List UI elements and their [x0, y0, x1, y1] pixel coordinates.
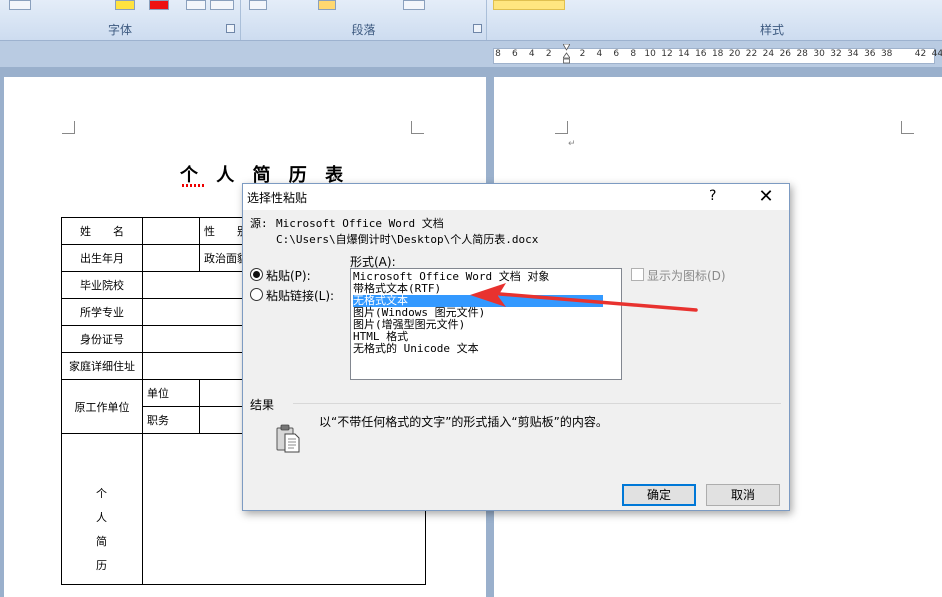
ruler-tick-label: 12	[661, 49, 673, 59]
label-char: 个	[96, 487, 107, 500]
ruler-tick-label: 18	[711, 49, 724, 59]
ruler-tick-label: 2	[545, 49, 552, 59]
group-label-paragraph: 段落	[351, 23, 376, 37]
source-type: Microsoft Office Word 文档	[276, 217, 444, 230]
margin-corner-mark	[62, 121, 75, 134]
close-button[interactable]: ✕	[751, 185, 781, 209]
ruler-tick-label: 42	[914, 49, 927, 59]
help-button[interactable]: ?	[709, 188, 716, 204]
source-path: C:\Users\自爆倒计时\Desktop\个人简历表.docx	[276, 233, 539, 246]
ribbon: 字体 段落 样式	[0, 0, 942, 41]
result-description: 以“不带任何格式的文字”的形式插入“剪贴板”的内容。	[319, 415, 608, 429]
ruler-tick-label: 36	[864, 49, 876, 59]
ruler-tick-label: 16	[695, 49, 707, 59]
ruler-tick-label: 20	[728, 49, 741, 59]
paste-radio[interactable]	[250, 268, 263, 281]
table-cell[interactable]: 所学专业	[61, 298, 143, 326]
margin-corner-mark	[555, 121, 568, 134]
ok-button[interactable]: 确定	[622, 484, 696, 506]
ruler-tick-label: 8	[495, 49, 501, 59]
table-cell[interactable]: 毕业院校	[61, 271, 143, 299]
clipboard-icon	[276, 424, 300, 453]
align-left-button[interactable]	[249, 0, 267, 10]
dialog-titlebar[interactable]	[243, 184, 789, 210]
ruler-tick-label: 34	[847, 49, 859, 59]
ruler-tick-label: 14	[678, 49, 690, 59]
styles-gallery[interactable]	[493, 0, 565, 10]
ruler-tick-label: 26	[779, 49, 792, 59]
ruler-tick-label: 2	[579, 49, 586, 59]
resume-section-label: 个 人 简 历	[96, 482, 107, 578]
table-cell[interactable]: 身份证号	[61, 325, 143, 353]
ruler-tick-label: 22	[745, 49, 758, 59]
font-color-button[interactable]	[149, 0, 169, 10]
source-label: 源:	[250, 217, 268, 230]
margin-corner-mark	[901, 121, 914, 134]
ruler-tick-label: 4	[596, 49, 603, 59]
cancel-button[interactable]: 取消	[706, 484, 780, 506]
font-dialog-launcher-icon[interactable]	[226, 24, 235, 33]
paste-radio-label[interactable]: 粘贴(P):	[266, 267, 311, 284]
borders-button[interactable]	[403, 0, 425, 10]
shading-button[interactable]	[318, 0, 336, 10]
ruler-tick-label: 30	[813, 49, 825, 59]
table-cell[interactable]: 单位	[142, 379, 200, 407]
ruler-tick-label: 10	[644, 49, 656, 59]
paragraph-dialog-launcher-icon[interactable]	[473, 24, 482, 33]
ruler-tick-label: 6	[512, 49, 518, 59]
table-cell[interactable]	[142, 217, 200, 245]
paste-special-dialog: 选择性粘贴 ? ✕ 源: Microsoft Office Word 文档 C:…	[242, 183, 790, 511]
paragraph-mark: ↵	[568, 139, 576, 149]
ribbon-font-button[interactable]	[9, 0, 31, 10]
table-cell[interactable]: 职务	[142, 406, 200, 434]
ruler-tick-label: 28	[796, 49, 808, 59]
ruler-tick-label: 24	[762, 49, 775, 59]
table-cell[interactable]: 家庭详细住址	[61, 352, 143, 380]
ruler-tick-label: 38	[880, 49, 893, 59]
ruler-tick-label: 4	[528, 49, 535, 59]
ruler-tick-label: 32	[830, 49, 842, 59]
annotation-arrow-icon	[470, 283, 698, 312]
paste-link-radio[interactable]	[250, 288, 263, 301]
label-char: 历	[96, 559, 107, 572]
label-char: 人	[96, 511, 107, 524]
table-cell[interactable]: 姓 名	[61, 217, 143, 245]
spellcheck-underline	[182, 184, 204, 187]
result-separator	[293, 403, 781, 404]
result-label: 结果	[250, 398, 275, 412]
table-cell[interactable]: 出生年月	[61, 244, 143, 272]
highlight-color-button[interactable]	[115, 0, 135, 10]
ruler-tick-label: 44	[931, 49, 942, 59]
ruler-tick-label: 6	[613, 49, 620, 59]
table-cell[interactable]: 原工作单位	[61, 379, 143, 434]
ruler-tick-label: 8	[630, 49, 637, 59]
label-char: 简	[96, 535, 107, 548]
margin-corner-mark	[411, 121, 424, 134]
group-label-styles: 样式	[759, 23, 784, 37]
watermark-url: jingyan.baidu.com	[744, 550, 873, 565]
table-cell[interactable]	[142, 244, 200, 272]
char-shading-button[interactable]	[186, 0, 206, 10]
indent-marker-icon[interactable]	[563, 44, 570, 64]
list-item[interactable]: 无格式的 Unicode 文本	[353, 343, 603, 355]
group-label-font: 字体	[107, 23, 132, 37]
paste-link-radio-label[interactable]: 粘贴链接(L):	[266, 287, 334, 304]
enclose-char-button[interactable]	[210, 0, 234, 10]
dialog-title: 选择性粘贴	[247, 191, 308, 205]
